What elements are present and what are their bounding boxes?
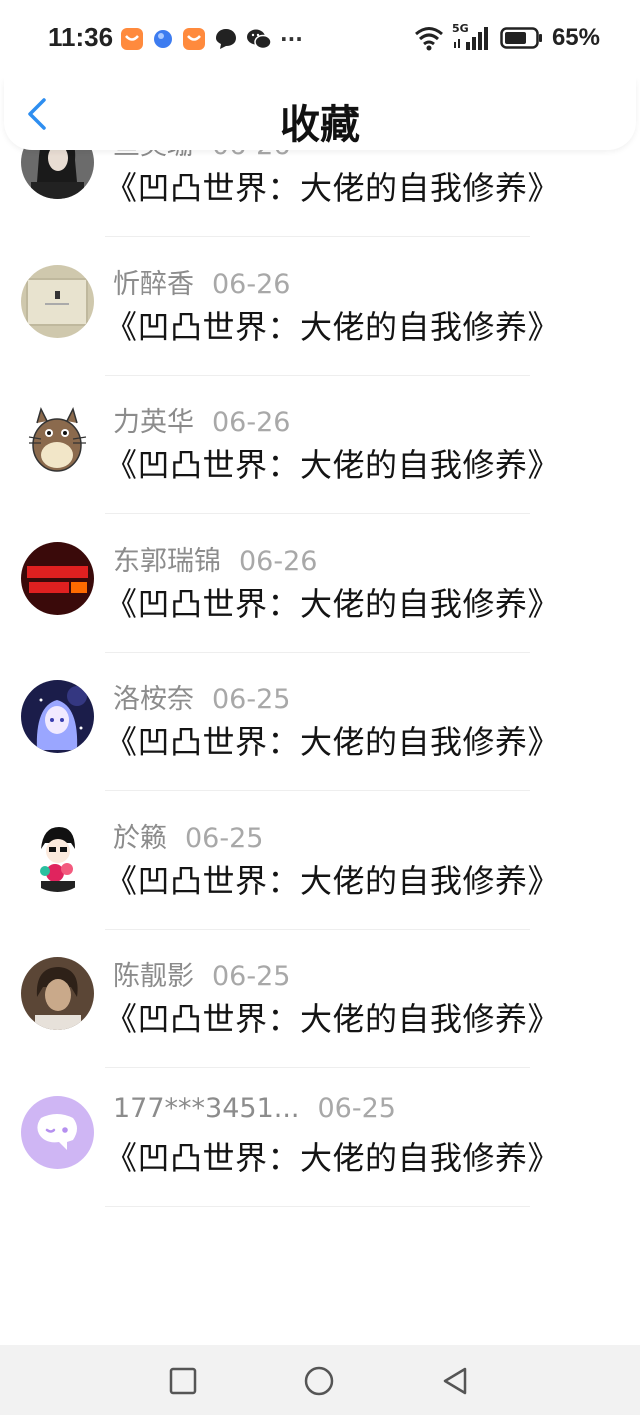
recent-apps-button[interactable] — [167, 1365, 199, 1397]
user-meta: 忻醉香 06-26 — [113, 262, 290, 301]
avatar[interactable] — [21, 403, 94, 476]
book-title[interactable]: 《凹凸世界：大佬的自我修养》 — [105, 440, 560, 486]
book-title[interactable]: 《凹凸世界：大佬的自我修养》 — [105, 717, 560, 763]
square-icon — [169, 1367, 197, 1395]
user-meta: 东郭瑞锦 06-26 — [113, 539, 317, 578]
avatar[interactable] — [21, 1095, 94, 1169]
avatar[interactable] — [21, 541, 94, 615]
username[interactable]: 忻醉香 — [113, 269, 194, 300]
battery-percent: 65% — [551, 24, 600, 51]
favorites-screen: 《凹凸世界：大佬的自我修养》鱼灵珊06-26《凹凸世界：大佬的自我修养》忻醉香0… — [0, 0, 640, 1415]
username[interactable]: 177***3451... — [113, 1093, 300, 1124]
username[interactable]: 洛桉奈 — [113, 684, 194, 715]
favorite-list-item[interactable]: 忻醉香 06-26 《凹凸世界：大佬的自我修养》 — [0, 238, 640, 376]
user-meta: 陈靓影 06-25 — [113, 954, 290, 993]
book-title[interactable]: 《凹凸世界：大佬的自我修养》 — [105, 579, 560, 625]
wifi-icon — [414, 27, 443, 51]
divider — [105, 1205, 530, 1207]
favorite-list-item[interactable]: 力英华 06-26 《凹凸世界：大佬的自我修养》 — [0, 376, 640, 514]
date: 06-26 — [212, 407, 291, 438]
user-meta: 177***3451... 06-25 — [113, 1093, 396, 1124]
page-header: 收藏 — [4, 78, 636, 150]
book-title[interactable]: 《凹凸世界：大佬的自我修养》 — [105, 1133, 560, 1179]
book-title[interactable]: 《凹凸世界：大佬的自我修养》 — [105, 163, 560, 209]
book-title[interactable]: 《凹凸世界：大佬的自我修养》 — [105, 302, 560, 348]
battery-icon — [500, 27, 542, 49]
date: 06-26 — [239, 545, 318, 577]
favorite-list-item[interactable]: 177***3451... 06-25 《凹凸世界：大佬的自我修养》 — [0, 1069, 640, 1207]
avatar[interactable] — [21, 264, 94, 338]
favorite-list-item[interactable]: 於籁 06-25 《凹凸世界：大佬的自我修养》 — [0, 792, 640, 930]
avatar[interactable] — [21, 957, 94, 1030]
triangle-back-icon — [443, 1367, 467, 1395]
favorite-list-item[interactable]: 东郭瑞锦 06-26 《凹凸世界：大佬的自我修养》 — [0, 515, 640, 653]
date: 06-25 — [212, 961, 291, 992]
message-icon — [216, 29, 236, 49]
page-title: 收藏 — [280, 102, 360, 148]
date: 06-25 — [212, 684, 291, 715]
notification-icons: ··· — [120, 24, 303, 54]
circle-icon — [304, 1366, 334, 1396]
more-notifications-icon: ··· — [280, 27, 303, 51]
date: 06-25 — [317, 1092, 396, 1124]
username[interactable]: 力英华 — [113, 407, 194, 438]
back-nav-button[interactable] — [439, 1365, 471, 1397]
wechat-icon — [247, 29, 272, 50]
system-icons: 5G 65% — [414, 22, 600, 54]
favorite-list-item[interactable]: 洛桉奈 06-25 《凹凸世界：大佬的自我修养》 — [0, 653, 640, 791]
app-notify-icon — [154, 30, 172, 48]
date: 06-26 — [212, 268, 291, 300]
status-time: 11:36 — [48, 22, 114, 52]
username[interactable]: 陈靓影 — [113, 961, 194, 992]
avatar[interactable] — [21, 818, 94, 892]
user-meta: 於籁 06-25 — [113, 816, 263, 855]
user-meta: 力英华 06-26 — [113, 400, 290, 439]
taobao-notify-icon — [121, 28, 143, 50]
status-bar: 11:36 ··· 5G 65% — [0, 0, 640, 78]
book-title[interactable]: 《凹凸世界：大佬的自我修养》 — [105, 856, 560, 902]
avatar[interactable] — [21, 680, 94, 753]
home-button[interactable] — [303, 1365, 335, 1397]
username[interactable]: 於籁 — [113, 823, 167, 854]
username[interactable]: 东郭瑞锦 — [113, 546, 221, 577]
favorite-list-item[interactable]: 陈靓影 06-25 《凹凸世界：大佬的自我修养》 — [0, 930, 640, 1068]
taobao-notify-icon-2 — [183, 28, 205, 50]
cellular-signal-icon: 5G — [452, 22, 492, 52]
system-nav-bar — [0, 1345, 640, 1415]
book-title[interactable]: 《凹凸世界：大佬的自我修养》 — [105, 994, 560, 1040]
date: 06-25 — [185, 822, 264, 854]
user-meta: 洛桉奈 06-25 — [113, 677, 290, 716]
